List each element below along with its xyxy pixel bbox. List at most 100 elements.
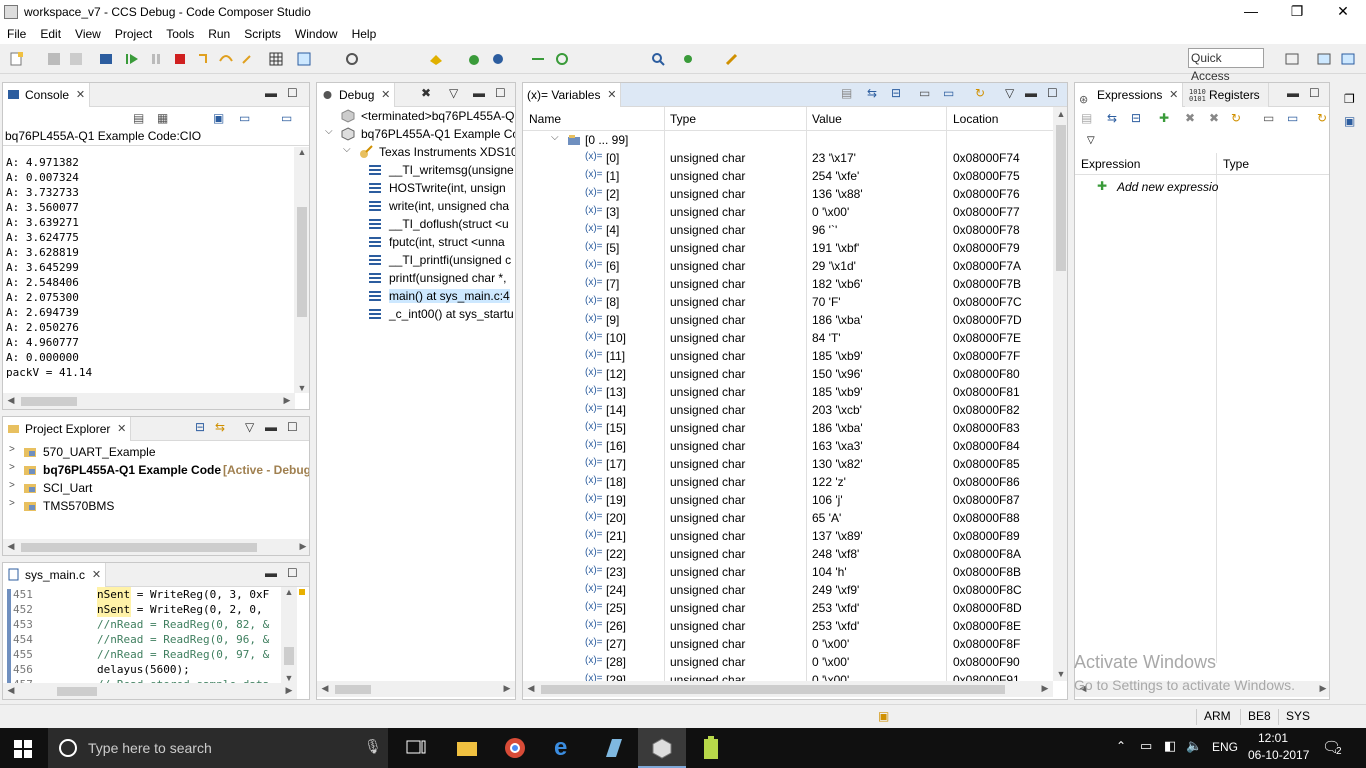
show-type-icon[interactable]: ⇆ [867,86,877,100]
scroll-lock-icon[interactable]: ▦ [157,111,168,125]
save-icon[interactable] [46,51,62,67]
status-icon[interactable]: ▣ [878,709,889,723]
windows-start-icon[interactable] [14,740,32,758]
menu-run[interactable]: Run [201,27,237,41]
variable-row[interactable]: (x)= [21] unsigned char 137 '\x89' 0x08000F8… [523,527,1053,545]
collapse-icon[interactable]: ▤ [1081,111,1092,125]
view-menu-icon[interactable]: ▽ [245,420,254,434]
variable-row[interactable]: (x)= [12] unsigned char 150 '\x96' 0x08000F8… [523,365,1053,383]
save-all-icon[interactable] [68,51,84,67]
variable-row[interactable]: (x)= [10] unsigned char 84 'T' 0x08000F7E [523,329,1053,347]
debug-tree-item[interactable]: __TI_writemsg(unsigne [317,161,515,179]
collapse-icon[interactable]: ▤ [841,86,852,100]
variable-row[interactable]: (x)= [16] unsigned char 163 '\xa3' 0x08000F8… [523,437,1053,455]
clock-time[interactable]: 12:01 [1258,731,1288,745]
tab-debug[interactable]: Debug ✕ [317,83,396,107]
export-icon[interactable]: ▭ [1263,111,1274,125]
maximize-icon[interactable]: ☐ [495,86,506,100]
chevron-right-icon[interactable]: > [9,444,15,455]
chrome-icon[interactable] [504,737,526,759]
connect-icon[interactable] [344,51,360,67]
variable-row[interactable]: (x)= [26] unsigned char 253 '\xfd' 0x08000F8… [523,617,1053,635]
variable-row[interactable]: (x)= [17] unsigned char 130 '\x82' 0x08000F8… [523,455,1053,473]
code-area[interactable]: 451 nSent = WriteReg(0, 3, 0xF 452 nSent = … [13,587,283,692]
step-over-icon[interactable] [218,51,234,67]
chevron-right-icon[interactable]: > [9,480,15,491]
variable-row[interactable]: (x)= [7] unsigned char 182 '\xb6' 0x08000F7B [523,275,1053,293]
menu-tools[interactable]: Tools [159,27,201,41]
action-center-button[interactable]: 🗨 2 [1322,738,1346,758]
array-group-row[interactable]: ⌵ [0 ... 99] [523,131,1053,149]
variable-row[interactable]: (x)= [6] unsigned char 29 '\x1d' 0x08000F7A [523,257,1053,275]
maximize-icon[interactable]: ☐ [287,566,298,580]
minimize-icon[interactable]: ▬ [1025,86,1037,100]
maximize-icon[interactable]: ☐ [1309,86,1320,100]
debug-tree-item[interactable]: _c_int00() at sys_startu [317,305,515,323]
variable-row[interactable]: (x)= [5] unsigned char 191 '\xbf' 0x08000F79 [523,239,1053,257]
menu-scripts[interactable]: Scripts [237,27,288,41]
terminal-icon[interactable] [98,51,114,67]
close-icon[interactable]: ✕ [607,83,616,107]
close-icon[interactable]: ✕ [92,563,101,587]
tab-project-explorer[interactable]: Project Explorer ✕ [3,417,132,441]
gear-icon[interactable] [680,51,696,67]
step-return-icon[interactable] [240,51,256,67]
refresh-icon[interactable]: ↻ [1231,111,1241,125]
project-item[interactable]: > bq76PL455A-Q1 Example Code [Active - Deb… [7,461,309,479]
layout-icon[interactable]: ⊟ [1131,111,1141,125]
maximize-icon[interactable]: ☐ [1047,86,1058,100]
debug-tree-item[interactable]: ⌵ bq76PL455A-Q1 Example Coc [317,125,515,143]
variable-row[interactable]: (x)= [19] unsigned char 106 'j' 0x08000F87 [523,491,1053,509]
add-new-expression[interactable]: ✚ Add new expressio [1097,179,1218,197]
restore-view-icon[interactable]: ❐ [1344,92,1355,106]
chevron-right-icon[interactable]: > [9,498,15,509]
minimize-icon[interactable]: ▬ [265,566,277,580]
task-view-icon[interactable] [406,740,426,756]
variable-row[interactable]: (x)= [24] unsigned char 249 '\xf9' 0x08000F8… [523,581,1053,599]
variable-row[interactable]: (x)= [27] unsigned char 0 '\x00' 0x08000F8F [523,635,1053,653]
tab-sys-main-c[interactable]: sys_main.c ✕ [3,563,107,587]
export-icon[interactable]: ▭ [919,86,930,100]
variable-row[interactable]: (x)= [22] unsigned char 248 '\xf8' 0x08000F8… [523,545,1053,563]
volume-icon[interactable]: 🔈 [1186,738,1202,754]
tab-console[interactable]: Console ✕ [3,83,91,107]
remove-icon[interactable]: ✖ [1185,111,1195,125]
minimize-button[interactable]: — [1228,0,1274,24]
battery-icon[interactable]: ▭ [1140,738,1152,754]
variable-row[interactable]: (x)= [20] unsigned char 65 'A' 0x08000F88 [523,509,1053,527]
edge-icon[interactable]: e [554,734,567,762]
variable-row[interactable]: (x)= [11] unsigned char 185 '\xb9' 0x08000F7… [523,347,1053,365]
project-item[interactable]: >570_UART_Example [7,443,307,461]
refresh-icon[interactable]: ↻ [975,86,985,100]
console-vscroll[interactable]: ▲ ▼ [294,147,309,393]
terminate-icon[interactable] [172,51,188,67]
grid-icon[interactable] [268,51,284,67]
col-expression[interactable]: Expression [1081,157,1140,171]
view-menu-icon[interactable]: ▽ [1005,86,1014,100]
variables-hscroll[interactable]: ◀ ▶ [523,681,1053,697]
variable-row[interactable]: (x)= [23] unsigned char 104 'h' 0x08000F8B [523,563,1053,581]
open-console-icon[interactable]: ▭ [281,111,292,125]
col-type[interactable]: Type [670,112,696,126]
show-type-icon[interactable]: ⇆ [1107,111,1117,125]
variable-row[interactable]: (x)= [29] unsigned char 0 '\x00' 0x08000F91 [523,671,1053,681]
variable-row[interactable]: (x)= [0] unsigned char 23 '\x17' 0x08000F74 [523,149,1053,167]
maximize-icon[interactable]: ☐ [287,86,298,100]
debug-tree-item[interactable]: main() at sys_main.c:4 [317,287,515,305]
refresh-icon[interactable] [554,51,570,67]
file-explorer-icon[interactable] [456,738,478,758]
variable-row[interactable]: (x)= [15] unsigned char 186 '\xba' 0x08000F8… [523,419,1053,437]
variable-row[interactable]: (x)= [18] unsigned char 122 'z' 0x08000F86 [523,473,1053,491]
add-icon[interactable]: ✚ [1159,111,1169,125]
taskbar-search[interactable]: Type here to search 🎙 [48,728,388,768]
debug-tree-item[interactable]: __TI_printfi(unsigned c [317,251,515,269]
remove-terminated-icon[interactable]: ✖ [421,86,431,100]
col-location[interactable]: Location [953,112,998,126]
maximize-icon[interactable]: ☐ [287,420,298,434]
pin-console-icon[interactable]: ▣ [213,111,224,125]
view-menu-icon[interactable]: ▽ [449,86,458,100]
network-icon[interactable]: ◧ [1164,738,1176,754]
menu-help[interactable]: Help [345,27,384,41]
debug-tree-item[interactable]: write(int, unsigned cha [317,197,515,215]
debug-tree-item[interactable]: fputc(int, struct <unna [317,233,515,251]
